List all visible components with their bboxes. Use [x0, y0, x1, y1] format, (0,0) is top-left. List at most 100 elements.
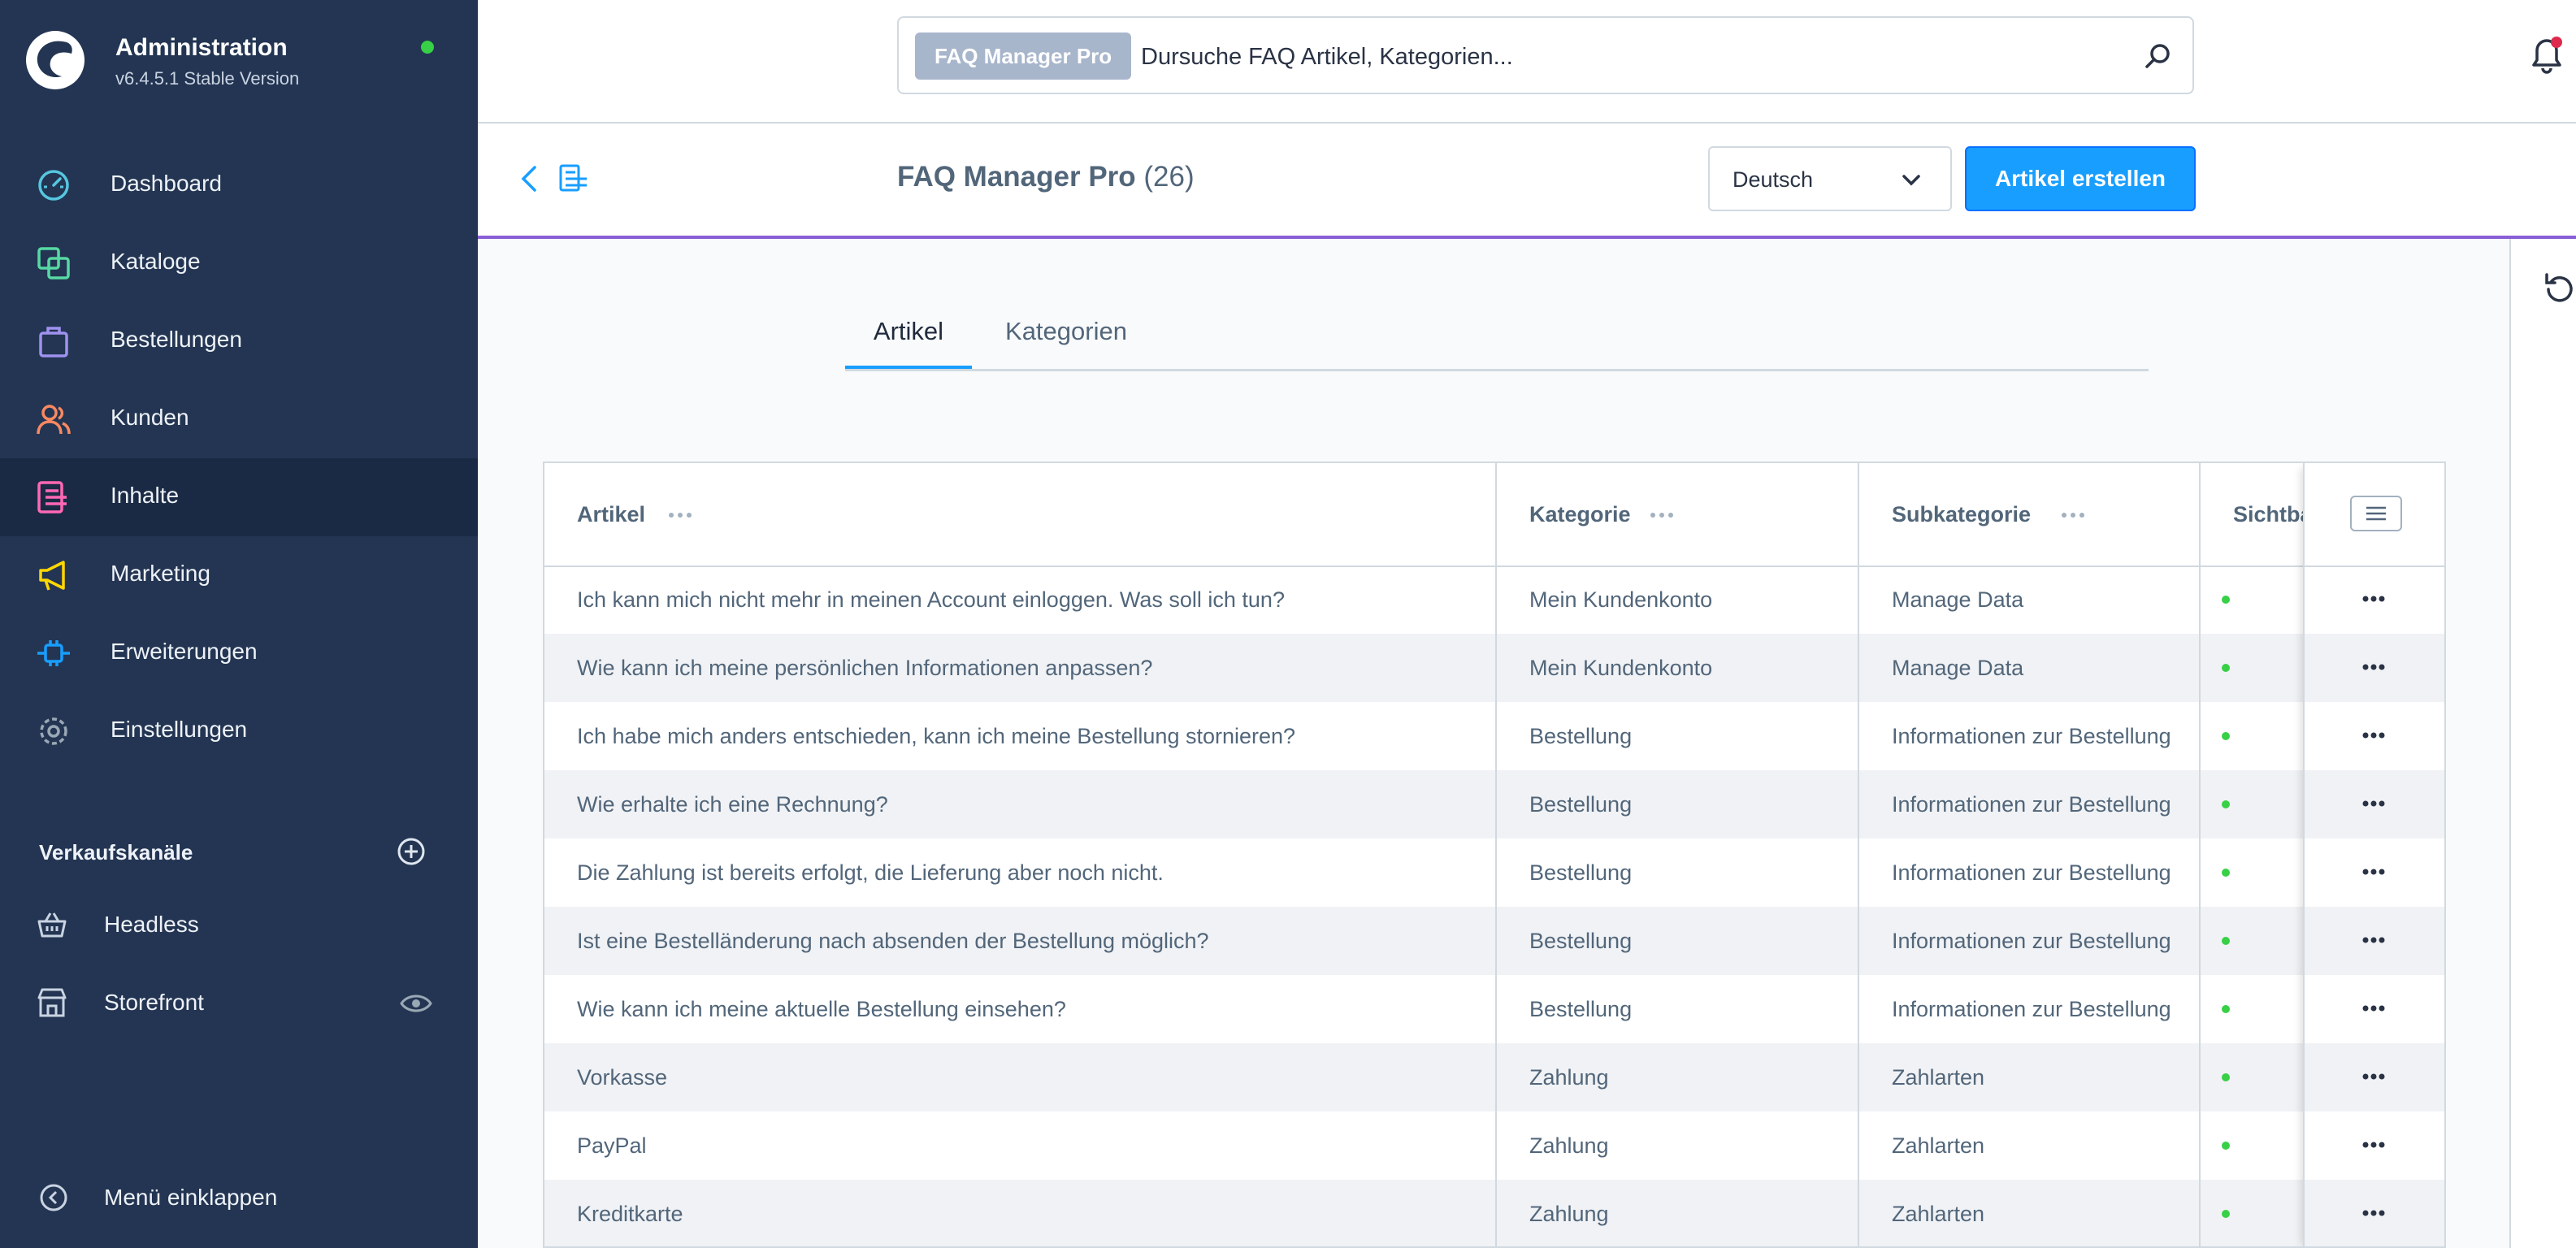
brand-version: v6.4.5.1 Stable Version: [115, 68, 300, 89]
search-type-chip[interactable]: FAQ Manager Pro: [915, 32, 1132, 80]
column-options-icon[interactable]: [668, 512, 692, 518]
table-row[interactable]: Wie erhalte ich eine Rechnung? Bestellung…: [544, 770, 2444, 838]
cell-subkategorie: Zahlarten: [1892, 1065, 1985, 1090]
sales-channel-storefront[interactable]: Storefront: [0, 967, 478, 1042]
collapse-menu-label: Menü einklappen: [104, 1185, 278, 1210]
cell-subkategorie: Zahlarten: [1892, 1202, 1985, 1226]
page-title-text: FAQ Manager Pro: [897, 161, 1136, 193]
create-article-button[interactable]: Artikel erstellen: [1965, 146, 2196, 211]
column-divider: [1858, 463, 1859, 1246]
table-row[interactable]: Die Zahlung ist bereits erfolgt, die Lie…: [544, 838, 2444, 907]
visibility-indicator: [2222, 664, 2230, 672]
sidebar-item-label: Bestellungen: [111, 327, 242, 352]
cell-artikel[interactable]: Ich kann mich nicht mehr in meinen Accou…: [577, 566, 1479, 634]
sidebar-item-erweiterungen[interactable]: Erweiterungen: [0, 614, 478, 692]
column-options-icon[interactable]: [1650, 512, 1674, 518]
sidebar-item-label: Inhalte: [111, 483, 180, 508]
cell-kategorie: Bestellung: [1529, 997, 1633, 1021]
visibility-indicator: [2222, 800, 2230, 808]
collapse-menu-button[interactable]: Menü einklappen: [0, 1162, 478, 1237]
brand-title: Administration: [115, 34, 288, 61]
cell-kategorie: Bestellung: [1529, 929, 1633, 953]
cell-kategorie: Bestellung: [1529, 792, 1633, 817]
chevron-down-icon: [1902, 175, 1920, 186]
articles-table: Artikel Kategorie Subkategorie Sichtbar …: [543, 462, 2446, 1248]
cell-artikel[interactable]: Ich habe mich anders entschieden, kann i…: [577, 702, 1479, 770]
cell-kategorie: Bestellung: [1529, 860, 1633, 885]
sales-channel-label: Storefront: [104, 990, 204, 1015]
cell-subkategorie: Manage Data: [1892, 656, 2024, 680]
eye-icon[interactable]: [400, 991, 432, 1016]
table-row[interactable]: Kreditkarte Zahlung Zahlarten: [544, 1180, 2444, 1246]
cell-artikel[interactable]: Wie kann ich meine persönlichen Informat…: [577, 634, 1479, 702]
cell-subkategorie: Informationen zur Bestellung: [1892, 860, 2171, 885]
refresh-icon[interactable]: [2540, 271, 2576, 307]
column-header-subkategorie[interactable]: Subkategorie: [1859, 463, 2201, 566]
table-row[interactable]: Vorkasse Zahlung Zahlarten: [544, 1043, 2444, 1112]
search-icon[interactable]: [2142, 41, 2175, 73]
brand: Administration v6.4.5.1 Stable Version: [24, 29, 447, 94]
cell-artikel[interactable]: Die Zahlung ist bereits erfolgt, die Lie…: [577, 838, 1479, 907]
cell-artikel[interactable]: Wie kann ich meine aktuelle Bestellung e…: [577, 975, 1479, 1043]
column-header-label: Kategorie: [1529, 502, 1631, 526]
cell-artikel[interactable]: Kreditkarte: [577, 1180, 1479, 1246]
cell-artikel[interactable]: Wie erhalte ich eine Rechnung?: [577, 770, 1479, 838]
menu-lines-icon: [2366, 506, 2386, 521]
language-select[interactable]: Deutsch: [1708, 146, 1952, 211]
sidebar-item-einstellungen[interactable]: Einstellungen: [0, 692, 478, 770]
search-input[interactable]: [1139, 34, 2118, 80]
sidebar-item-inhalte[interactable]: Inhalte: [0, 458, 478, 536]
grid-settings-button[interactable]: [2350, 496, 2402, 531]
column-header-sichtbar[interactable]: Sichtbar: [2201, 463, 2303, 566]
cell-artikel[interactable]: Ist eine Bestelländerung nach absenden d…: [577, 907, 1479, 975]
cell-subkategorie: Informationen zur Bestellung: [1892, 997, 2171, 1021]
visibility-indicator: [2222, 596, 2230, 604]
sidebar-item-label: Erweiterungen: [111, 639, 258, 664]
cell-kategorie: Zahlung: [1529, 1202, 1609, 1226]
table-row[interactable]: Ist eine Bestelländerung nach absenden d…: [544, 907, 2444, 975]
sidebar-item-label: Einstellungen: [111, 717, 248, 742]
tab-artikel[interactable]: Artikel: [845, 317, 972, 369]
cell-artikel[interactable]: Vorkasse: [577, 1043, 1479, 1112]
content-list-icon[interactable]: [556, 161, 592, 197]
sidebar: Administration v6.4.5.1 Stable Version D…: [0, 0, 478, 1248]
table-row[interactable]: Wie kann ich meine persönlichen Informat…: [544, 634, 2444, 702]
cell-artikel[interactable]: PayPal: [577, 1112, 1479, 1180]
storefront-icon: [37, 988, 67, 1017]
cell-subkategorie: Informationen zur Bestellung: [1892, 724, 2171, 748]
sales-channel-label: Headless: [104, 912, 199, 937]
table-row[interactable]: Ich habe mich anders entschieden, kann i…: [544, 702, 2444, 770]
chevron-left-icon[interactable]: [514, 162, 546, 195]
content-icon: [37, 481, 67, 514]
column-options-icon[interactable]: [2061, 512, 2085, 518]
tab-kategorien[interactable]: Kategorien: [985, 317, 1147, 369]
sidebar-item-bestellungen[interactable]: Bestellungen: [0, 302, 478, 380]
shopware-logo-icon: [26, 31, 85, 89]
notification-bell-icon[interactable]: [2524, 32, 2569, 78]
visibility-indicator: [2222, 937, 2230, 945]
table-row[interactable]: Wie kann ich meine aktuelle Bestellung e…: [544, 975, 2444, 1043]
sidebar-item-dashboard[interactable]: Dashboard: [0, 146, 478, 224]
table-row[interactable]: Ich kann mich nicht mehr in meinen Accou…: [544, 566, 2444, 634]
visibility-indicator: [2222, 1210, 2230, 1218]
global-search: FAQ Manager Pro: [897, 16, 2194, 94]
table-row[interactable]: PayPal Zahlung Zahlarten: [544, 1112, 2444, 1180]
table-header: Artikel Kategorie Subkategorie Sichtbar: [544, 463, 2444, 567]
sidebar-item-kataloge[interactable]: Kataloge: [0, 224, 478, 302]
visibility-indicator: [2222, 732, 2230, 740]
cell-subkategorie: Zahlarten: [1892, 1133, 1985, 1158]
catalog-icon: [37, 247, 70, 280]
sidebar-item-marketing[interactable]: Marketing: [0, 536, 478, 614]
column-header-artikel[interactable]: Artikel: [544, 463, 1497, 566]
sidebar-item-kunden[interactable]: Kunden: [0, 380, 478, 458]
visibility-indicator: [2222, 1073, 2230, 1081]
shopping-bag-icon: [39, 327, 68, 358]
cell-kategorie: Mein Kundenkonto: [1529, 587, 1713, 612]
sidebar-item-label: Kataloge: [111, 249, 201, 274]
cell-subkategorie: Manage Data: [1892, 587, 2024, 612]
add-sales-channel-icon[interactable]: [397, 837, 426, 866]
sales-channel-headless[interactable]: Headless: [0, 889, 478, 964]
language-select-value: Deutsch: [1733, 167, 1814, 192]
cell-kategorie: Zahlung: [1529, 1065, 1609, 1090]
column-header-kategorie[interactable]: Kategorie: [1497, 463, 1859, 566]
